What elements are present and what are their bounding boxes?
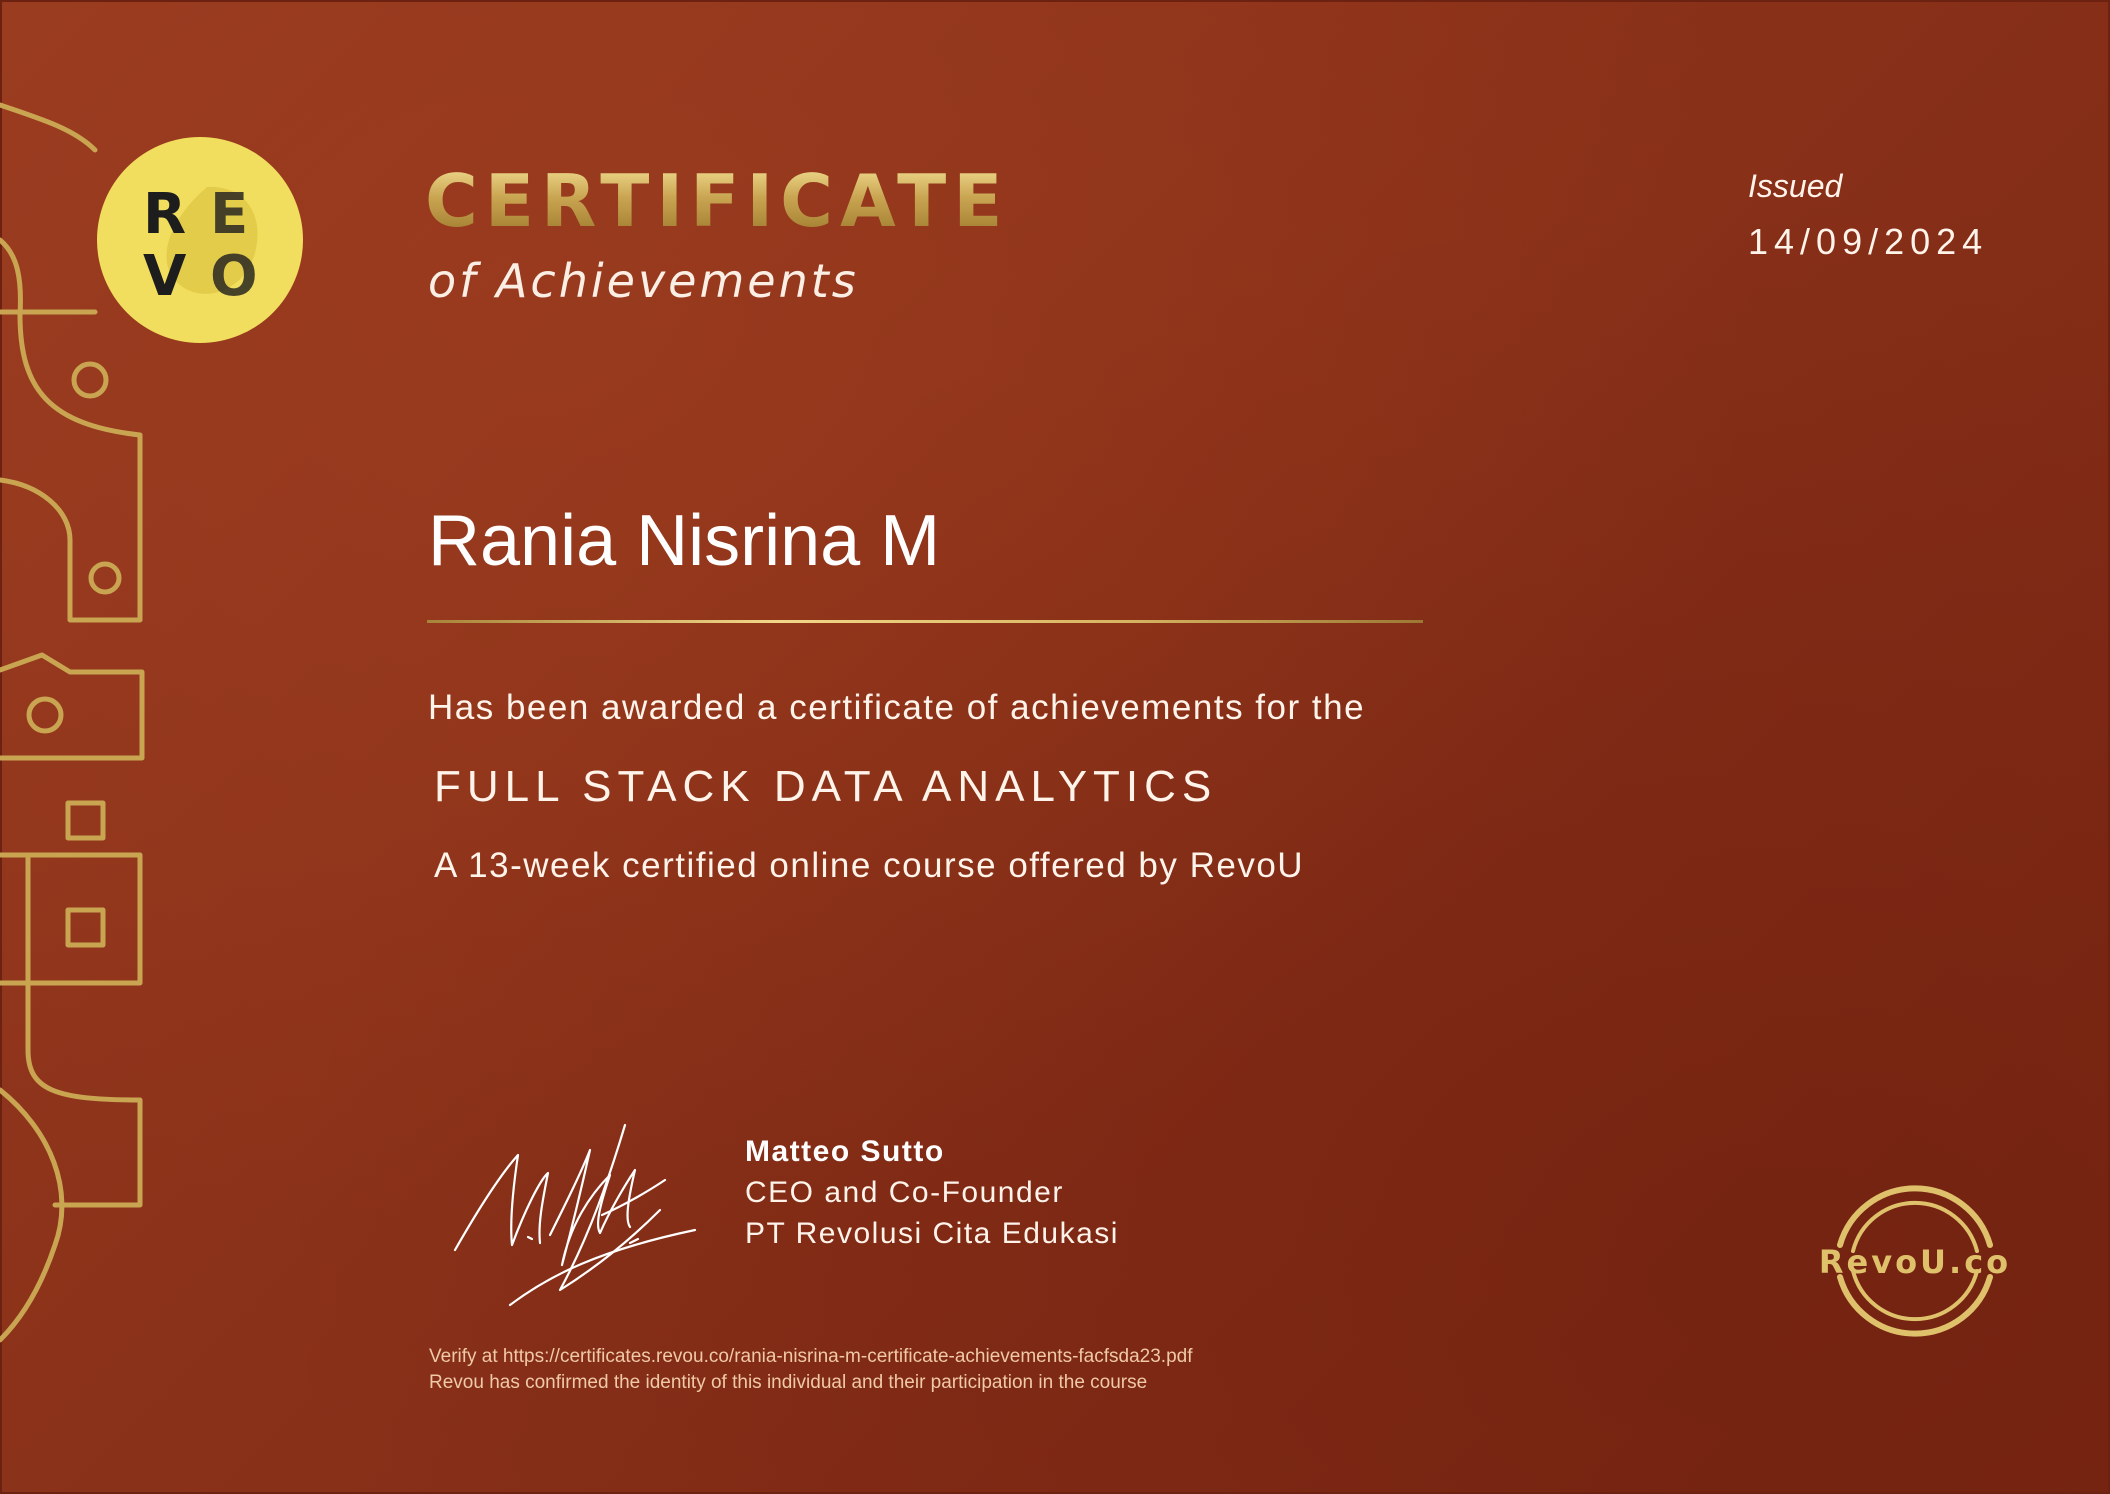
course-description: A 13-week certified online course offere… bbox=[434, 846, 1305, 885]
logo-letter-e: E bbox=[210, 182, 248, 247]
revou-seal-icon: RevoU.co bbox=[1819, 1185, 2011, 1337]
certificate: R E V O CERTIFICATE of Achievements Issu… bbox=[0, 0, 2110, 1494]
revou-logo-icon: R E V O bbox=[97, 137, 303, 343]
signer-name: Matteo Sutto bbox=[745, 1135, 945, 1168]
confirmation-text: Revou has confirmed the identity of this… bbox=[429, 1372, 1148, 1393]
signer-company: PT Revolusi Cita Edukasi bbox=[745, 1217, 1119, 1250]
recipient-name: Rania Nisrina M bbox=[428, 501, 941, 581]
signature-image bbox=[453, 1123, 697, 1307]
signer-role: CEO and Co-Founder bbox=[745, 1176, 1064, 1209]
certificate-subtitle: of Achievements bbox=[428, 254, 859, 308]
logo-letter-o: O bbox=[210, 244, 258, 309]
issued-date: 14/09/2024 bbox=[1748, 221, 1989, 262]
gold-divider bbox=[427, 620, 1423, 623]
course-title: FULL STACK DATA ANALYTICS bbox=[434, 762, 1218, 811]
logo-letter-v: V bbox=[143, 244, 187, 309]
seal-text: RevoU.co bbox=[1819, 1243, 2011, 1281]
logo-letter-r: R bbox=[143, 182, 186, 247]
issued-label: Issued bbox=[1748, 168, 1843, 204]
certificate-title: CERTIFICATE bbox=[425, 159, 1010, 243]
awarded-text: Has been awarded a certificate of achiev… bbox=[428, 688, 1366, 727]
verification-link[interactable]: Verify at https://certificates.revou.co/… bbox=[429, 1347, 1193, 1366]
